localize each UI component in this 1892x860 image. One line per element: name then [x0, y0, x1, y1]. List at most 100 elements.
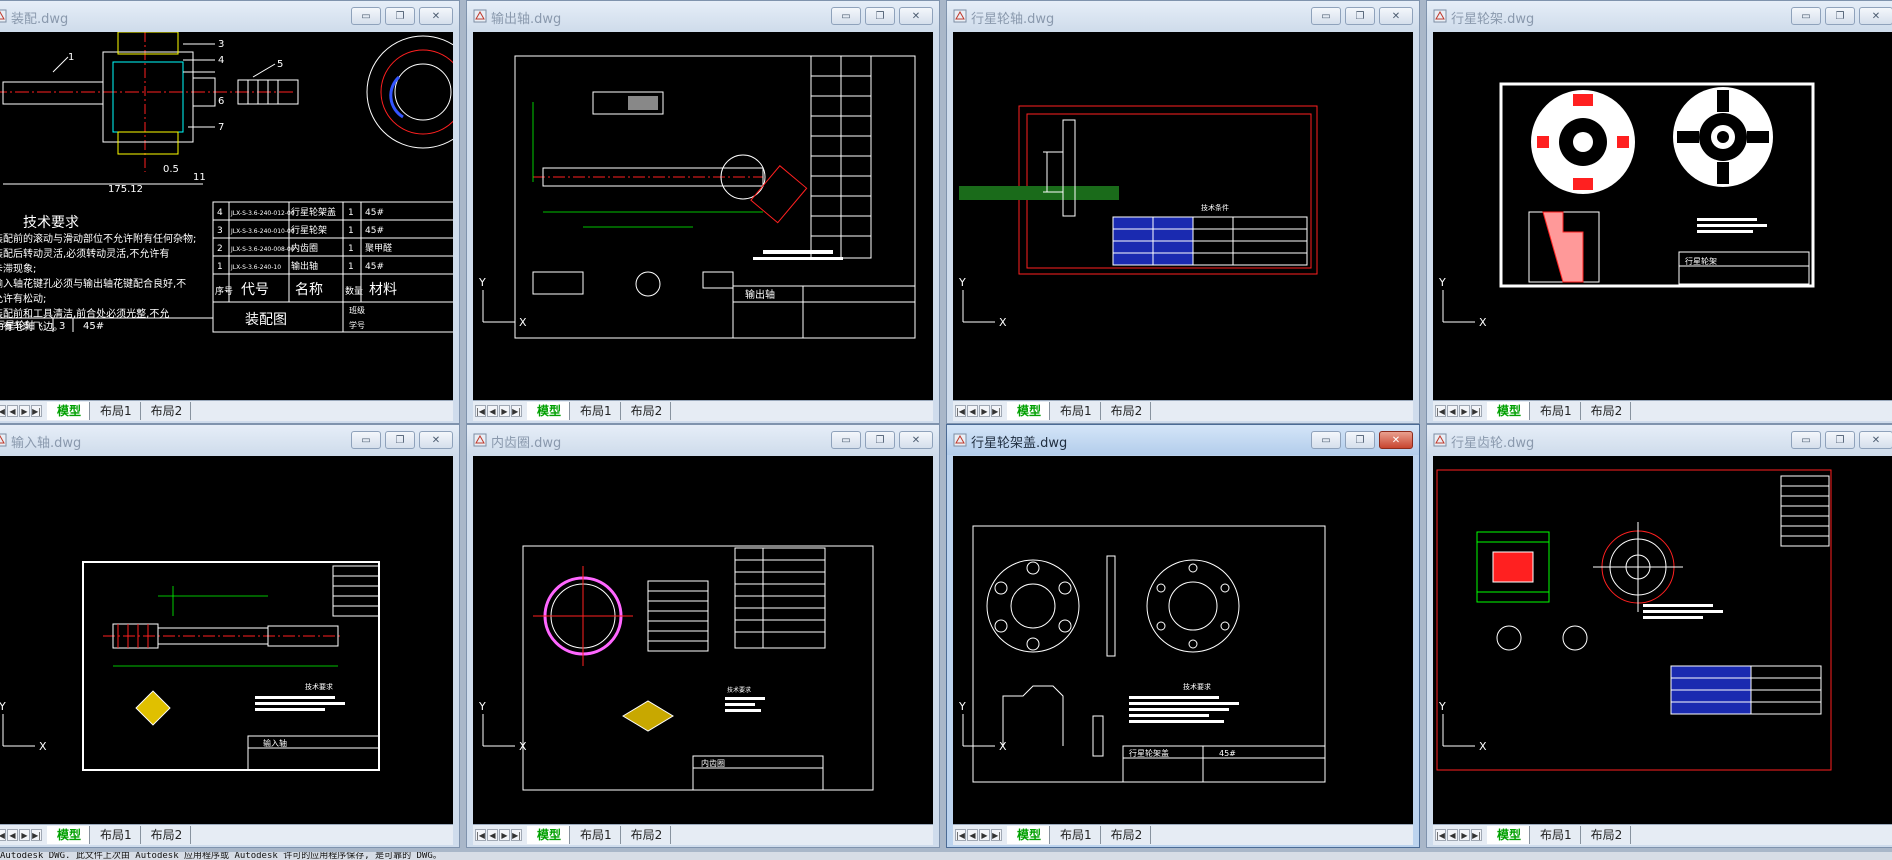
restore-button[interactable]: ❐ — [1345, 7, 1375, 25]
prev-tab-arrow[interactable]: ◀ — [487, 829, 498, 841]
prev-tab-arrow[interactable]: ◀ — [487, 405, 498, 417]
tab-model[interactable]: 模型 — [1487, 402, 1531, 420]
close-button[interactable]: ✕ — [1859, 431, 1892, 449]
minimize-button[interactable]: ▭ — [351, 431, 381, 449]
tab-layout2[interactable]: 布局2 — [1101, 402, 1152, 420]
next-tab-arrow[interactable]: ▶ — [19, 829, 30, 841]
close-button[interactable]: ✕ — [419, 431, 453, 449]
window-output-shaft[interactable]: 输出轴.dwg ▭ ❐ ✕ 输出轴 Y X |◀ ◀ ▶ ▶| 模型 布局1 布… — [466, 0, 940, 424]
restore-button[interactable]: ❐ — [385, 431, 415, 449]
window-titlebar[interactable]: 行星齿轮.dwg ▭ ❐ ✕ — [1427, 425, 1892, 455]
last-tab-arrow[interactable]: ▶| — [31, 829, 42, 841]
drawing-canvas[interactable]: 行星轮架 Y X — [1433, 32, 1892, 401]
window-input-shaft[interactable]: 输入轴.dwg ▭ ❐ ✕ 输入轴 技术要求 Y X ◀ ◀ ▶ ▶| 模型 布… — [0, 424, 460, 848]
tab-layout2[interactable]: 布局2 — [621, 826, 672, 844]
window-titlebar[interactable]: 行星轮架盖.dwg ▭ ❐ ✕ — [947, 425, 1419, 455]
restore-button[interactable]: ❐ — [1825, 7, 1855, 25]
close-button[interactable]: ✕ — [899, 431, 933, 449]
drawing-canvas[interactable]: 输出轴 Y X — [473, 32, 933, 401]
first-tab-arrow[interactable]: |◀ — [1435, 829, 1446, 841]
prev-tab-arrow[interactable]: ◀ — [1447, 405, 1458, 417]
tab-layout1[interactable]: 布局1 — [1530, 402, 1581, 420]
minimize-button[interactable]: ▭ — [831, 431, 861, 449]
last-tab-arrow[interactable]: ▶| — [991, 829, 1002, 841]
tab-layout2[interactable]: 布局2 — [1101, 826, 1152, 844]
prev-tab-arrow[interactable]: ◀ — [1447, 829, 1458, 841]
prev-tab-arrow[interactable]: ◀ — [7, 829, 18, 841]
close-button[interactable]: ✕ — [1859, 7, 1892, 25]
drawing-canvas[interactable]: 技术条件 Y X — [953, 32, 1413, 401]
window-assembly[interactable]: 装配.dwg ▭ ❐ ✕ 1 3 4 6 7 5 0.5 11 175.12 技… — [0, 0, 460, 424]
tab-model[interactable]: 模型 — [47, 402, 91, 420]
window-titlebar[interactable]: 内齿圈.dwg ▭ ❐ ✕ — [467, 425, 939, 455]
tab-model[interactable]: 模型 — [1487, 826, 1531, 844]
minimize-button[interactable]: ▭ — [1311, 431, 1341, 449]
restore-button[interactable]: ❐ — [385, 7, 415, 25]
tab-layout2[interactable]: 布局2 — [141, 402, 192, 420]
next-tab-arrow[interactable]: ▶ — [19, 405, 30, 417]
tab-model[interactable]: 模型 — [1007, 826, 1051, 844]
close-button[interactable]: ✕ — [419, 7, 453, 25]
window-planet-gear[interactable]: 行星齿轮.dwg ▭ ❐ ✕ Y X |◀ ◀ ▶ ▶| 模型 布局1 布局2 — [1426, 424, 1892, 848]
drawing-canvas[interactable]: 1 3 4 6 7 5 0.5 11 175.12 技术要求 装配前的滚动与滑动… — [0, 32, 453, 401]
next-tab-arrow[interactable]: ▶ — [979, 405, 990, 417]
window-titlebar[interactable]: 行星轮轴.dwg ▭ ❐ ✕ — [947, 1, 1419, 31]
first-tab-arrow[interactable]: |◀ — [475, 405, 486, 417]
last-tab-arrow[interactable]: ▶| — [991, 405, 1002, 417]
window-planet-carrier-cover[interactable]: 行星轮架盖.dwg ▭ ❐ ✕ 技术要求 行星轮架盖 45# Y X |◀ ◀ … — [946, 424, 1420, 848]
first-tab-arrow[interactable]: |◀ — [0, 829, 6, 841]
tab-layout1[interactable]: 布局1 — [1530, 826, 1581, 844]
last-tab-arrow[interactable]: ▶| — [31, 405, 42, 417]
last-tab-arrow[interactable]: ▶| — [1471, 829, 1482, 841]
next-tab-arrow[interactable]: ▶ — [499, 829, 510, 841]
close-button[interactable]: ✕ — [1379, 7, 1413, 25]
minimize-button[interactable]: ▭ — [1791, 431, 1821, 449]
restore-button[interactable]: ❐ — [1345, 431, 1375, 449]
window-titlebar[interactable]: 行星轮架.dwg ▭ ❐ ✕ — [1427, 1, 1892, 31]
tab-model[interactable]: 模型 — [1007, 402, 1051, 420]
window-ring-gear[interactable]: 内齿圈.dwg ▭ ❐ ✕ 内齿圈 技术要求 Y X |◀ ◀ ▶ ▶| 模型 … — [466, 424, 940, 848]
window-titlebar[interactable]: 输出轴.dwg ▭ ❐ ✕ — [467, 1, 939, 31]
drawing-canvas[interactable]: 内齿圈 技术要求 Y X — [473, 456, 933, 825]
close-button[interactable]: ✕ — [899, 7, 933, 25]
next-tab-arrow[interactable]: ▶ — [1459, 405, 1470, 417]
last-tab-arrow[interactable]: ▶| — [511, 405, 522, 417]
next-tab-arrow[interactable]: ▶ — [979, 829, 990, 841]
restore-button[interactable]: ❐ — [865, 431, 895, 449]
tab-model[interactable]: 模型 — [527, 402, 571, 420]
restore-button[interactable]: ❐ — [865, 7, 895, 25]
minimize-button[interactable]: ▭ — [831, 7, 861, 25]
next-tab-arrow[interactable]: ▶ — [1459, 829, 1470, 841]
first-tab-arrow[interactable]: |◀ — [955, 405, 966, 417]
tab-model[interactable]: 模型 — [527, 826, 571, 844]
tab-layout1[interactable]: 布局1 — [570, 826, 621, 844]
drawing-canvas[interactable]: 技术要求 行星轮架盖 45# Y X — [953, 456, 1413, 825]
tab-layout1[interactable]: 布局1 — [570, 402, 621, 420]
window-titlebar[interactable]: 输入轴.dwg ▭ ❐ ✕ — [0, 425, 459, 455]
tab-layout1[interactable]: 布局1 — [90, 826, 141, 844]
tab-layout2[interactable]: 布局2 — [621, 402, 672, 420]
first-tab-arrow[interactable]: |◀ — [955, 829, 966, 841]
window-titlebar[interactable]: 装配.dwg ▭ ❐ ✕ — [0, 1, 459, 31]
restore-button[interactable]: ❐ — [1825, 431, 1855, 449]
tab-layout2[interactable]: 布局2 — [141, 826, 192, 844]
next-tab-arrow[interactable]: ▶ — [499, 405, 510, 417]
minimize-button[interactable]: ▭ — [1311, 7, 1341, 25]
last-tab-arrow[interactable]: ▶| — [511, 829, 522, 841]
first-tab-arrow[interactable]: |◀ — [1435, 405, 1446, 417]
tab-layout1[interactable]: 布局1 — [1050, 402, 1101, 420]
tab-layout1[interactable]: 布局1 — [90, 402, 141, 420]
tab-layout1[interactable]: 布局1 — [1050, 826, 1101, 844]
window-planet-shaft[interactable]: 行星轮轴.dwg ▭ ❐ ✕ 技术条件 Y X |◀ ◀ ▶ ▶| 模型 布局1 布局… — [946, 0, 1420, 424]
tab-layout2[interactable]: 布局2 — [1581, 826, 1632, 844]
last-tab-arrow[interactable]: ▶| — [1471, 405, 1482, 417]
minimize-button[interactable]: ▭ — [1791, 7, 1821, 25]
prev-tab-arrow[interactable]: ◀ — [967, 405, 978, 417]
prev-tab-arrow[interactable]: ◀ — [7, 405, 18, 417]
first-tab-arrow[interactable]: |◀ — [475, 829, 486, 841]
close-button[interactable]: ✕ — [1379, 431, 1413, 449]
prev-tab-arrow[interactable]: ◀ — [967, 829, 978, 841]
tab-model[interactable]: 模型 — [47, 826, 91, 844]
first-tab-arrow[interactable]: |◀ — [0, 405, 6, 417]
drawing-canvas[interactable]: Y X — [1433, 456, 1892, 825]
